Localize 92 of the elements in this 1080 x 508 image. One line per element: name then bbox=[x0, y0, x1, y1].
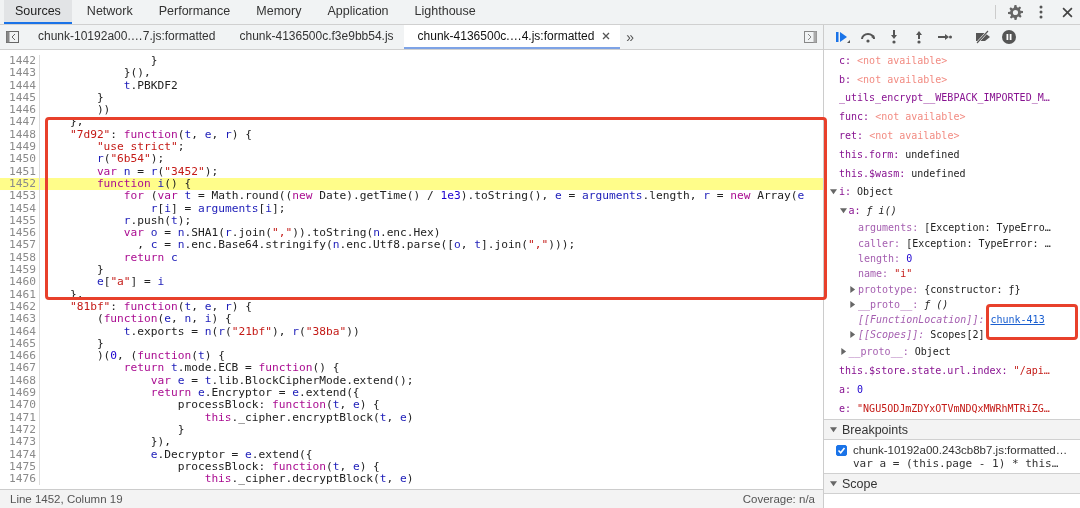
code-line: r[i] = arguments[i]; bbox=[149, 202, 286, 215]
panel-tab[interactable]: Sources bbox=[4, 0, 72, 24]
code-line: )(0, (function(t) { bbox=[95, 350, 225, 363]
breakpoint-file[interactable]: chunk-10192a00.243cb8b7.js:formatted… bbox=[853, 444, 1068, 456]
scope-entry: e: "NGU5ODJmZDYxOTVmNDQxMWRhMTRiZG… bbox=[839, 402, 1050, 414]
code-line: }), bbox=[149, 436, 171, 449]
code-line: var n = r("3452"); bbox=[95, 165, 219, 178]
code-line: } bbox=[95, 337, 104, 351]
collapsed-triangle-icon[interactable] bbox=[849, 300, 856, 308]
step-over-icon[interactable] bbox=[860, 31, 877, 43]
code-line: e["a"] = i bbox=[95, 276, 165, 289]
scope-entry: a: 0 bbox=[839, 384, 864, 396]
scope-entry: a: ƒ i() bbox=[848, 205, 897, 217]
code-line: r.push(t); bbox=[122, 214, 192, 228]
scope-entry: b: <not available> bbox=[839, 73, 948, 85]
scope-entry: name: "i" bbox=[858, 268, 913, 280]
code-line: var o = n.SHA1(r.join(",")).toString(n.enc.Hex) bbox=[122, 227, 441, 240]
code-line: return c bbox=[122, 251, 178, 265]
code-line: this._cipher.decryptBlock(t, e) bbox=[203, 473, 414, 486]
code-line: t.PBKDF2 bbox=[122, 79, 178, 92]
code-line: processBlock: function(t, e) { bbox=[176, 460, 380, 474]
scope-entry: caller: [Exception: TypeError: … bbox=[858, 237, 1051, 249]
close-tab-icon[interactable] bbox=[602, 32, 611, 40]
scope-entry: arguments: [Exception: TypeErro… bbox=[858, 222, 1051, 234]
panel-tab[interactable]: Performance bbox=[147, 0, 242, 24]
breakpoint-checkbox[interactable] bbox=[836, 445, 847, 456]
code-line: function i() { bbox=[95, 177, 192, 191]
close-icon[interactable] bbox=[1061, 6, 1073, 18]
scope-entry: func: <not available> bbox=[839, 111, 966, 123]
panel-toggle-icon[interactable] bbox=[803, 31, 817, 43]
expanded-triangle-icon[interactable] bbox=[830, 426, 837, 433]
scope-entry: this.$store.state.url.index: "/api… bbox=[839, 365, 1050, 377]
code-line: return t.mode.ECB = function() { bbox=[122, 362, 340, 375]
breakpoint-code: var a = (this.page - 1) * this… bbox=[853, 457, 1060, 470]
scope-entry: length: 0 bbox=[858, 252, 913, 264]
file-tab[interactable]: chunk-4136500c.…4.js:formatted bbox=[403, 25, 621, 49]
scope-entry: i: Object bbox=[839, 186, 894, 198]
section-title[interactable]: Scope bbox=[842, 476, 878, 491]
more-options-icon[interactable] bbox=[1039, 5, 1043, 19]
coverage-label: Coverage: n/a bbox=[742, 493, 815, 505]
sidebar-toggle-icon[interactable] bbox=[5, 31, 19, 43]
collapsed-triangle-icon[interactable] bbox=[839, 348, 847, 356]
code-line: } bbox=[149, 55, 158, 68]
code-line: } bbox=[95, 264, 104, 277]
code-line: } bbox=[176, 423, 185, 437]
more-tabs-button[interactable]: » bbox=[620, 25, 641, 49]
scope-entry: c: <not available> bbox=[839, 54, 948, 66]
collapsed-triangle-icon[interactable] bbox=[849, 331, 856, 339]
code-line: "use strict"; bbox=[95, 141, 185, 154]
expanded-triangle-icon[interactable] bbox=[830, 188, 837, 196]
code-line: this._cipher.encryptBlock(t, e) bbox=[203, 411, 414, 424]
code-line: return e.Encryptor = e.extend({ bbox=[149, 387, 360, 400]
panel-tab[interactable]: Lighthouse bbox=[403, 0, 487, 24]
file-tab[interactable]: chunk-10192a00.…7.js:formatted bbox=[24, 25, 226, 49]
code-line: , c = n.enc.Base64.stringify(n.enc.Utf8.parse([o, t].join(","))); bbox=[136, 239, 576, 252]
scope-entry: prototype: {constructor: ƒ} bbox=[858, 283, 1021, 295]
scope-entry: ret: <not available> bbox=[839, 130, 960, 142]
code-line: (function(e, n, i) { bbox=[95, 313, 232, 326]
file-tab[interactable]: chunk-4136500c.f3e9bb54.js bbox=[225, 25, 404, 49]
cursor-position: Line 1452, Column 19 bbox=[10, 493, 123, 505]
code-line: }(), bbox=[122, 67, 151, 80]
code-line: r("6b54"); bbox=[95, 153, 165, 166]
resume-icon[interactable] bbox=[835, 30, 851, 44]
collapsed-triangle-icon[interactable] bbox=[849, 285, 856, 293]
code-line: "7d92": function(t, e, r) { bbox=[68, 128, 252, 142]
step-out-icon[interactable] bbox=[915, 30, 924, 44]
step-icon[interactable] bbox=[937, 33, 952, 41]
panel-tab[interactable]: Network bbox=[75, 0, 144, 24]
code-line: var e = t.lib.BlockCipherMode.extend(); bbox=[149, 374, 414, 387]
code-line: } bbox=[95, 91, 104, 105]
step-into-icon[interactable] bbox=[889, 30, 898, 44]
scope-entry: this.$wasm: undefined bbox=[839, 167, 966, 179]
expanded-triangle-icon[interactable] bbox=[839, 207, 847, 215]
section-title[interactable]: Breakpoints bbox=[842, 422, 908, 437]
scope-entry: __proto__: Object bbox=[848, 346, 951, 358]
expanded-triangle-icon[interactable] bbox=[830, 480, 837, 487]
scope-entry: [[Scopes]]: Scopes[2] bbox=[858, 329, 985, 341]
code-line: e.Decryptor = e.extend({ bbox=[149, 448, 313, 461]
source-link[interactable]: chunk-413 bbox=[990, 314, 1045, 326]
code-line: "81bf": function(t, e, r) { bbox=[68, 300, 252, 314]
code-line: )) bbox=[95, 104, 111, 117]
panel-tab[interactable]: Application bbox=[316, 0, 400, 24]
code-line: t.exports = n(r("21bf"), r("38ba")) bbox=[122, 325, 360, 338]
scope-entry: this.form: undefined bbox=[839, 148, 960, 160]
code-line: for (var t = Math.round((new Date).getTime() / 1e3).toString(), e = arguments.length, r = new Array(e bbox=[122, 190, 805, 203]
panel-tab[interactable]: Memory bbox=[245, 0, 313, 24]
scope-entry: _utils_encrypt__WEBPACK_IMPORTED_M… bbox=[839, 92, 1050, 104]
scope-entry: __proto__: ƒ () bbox=[858, 298, 949, 310]
settings-icon[interactable] bbox=[1007, 4, 1023, 20]
scope-entry: [[FunctionLocation]]: chunk-413 bbox=[858, 314, 1045, 326]
code-line: processBlock: function(t, e) { bbox=[176, 399, 380, 412]
pause-icon[interactable] bbox=[1001, 30, 1016, 44]
